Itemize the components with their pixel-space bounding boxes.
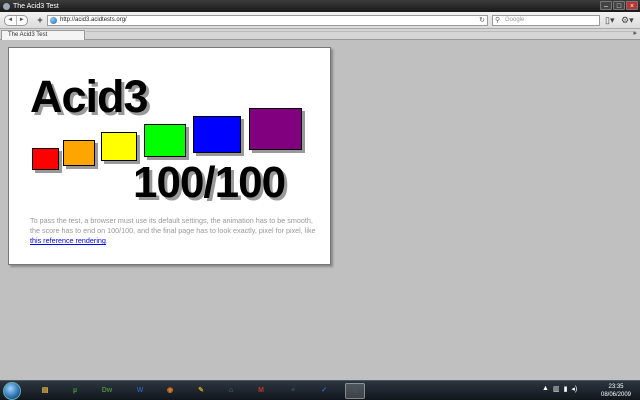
page-title: Acid3 (30, 71, 149, 122)
address-bar[interactable]: http://acid3.acidtests.org/ ↻ (47, 15, 488, 26)
description-body: To pass the test, a browser must use its… (30, 216, 316, 235)
green-square (144, 124, 186, 157)
url-text: http://acid3.acidtests.org/ (60, 17, 127, 23)
tray-arrow-icon[interactable]: ▲ (542, 385, 549, 393)
network-icon[interactable]: ▥ (553, 385, 560, 393)
gear-icon[interactable]: ⚙▾ (621, 15, 634, 26)
taskbar-explorer-icon[interactable]: ▤ (35, 383, 55, 399)
start-button[interactable] (3, 382, 21, 400)
clock-time: 23:35 (608, 384, 624, 390)
orange-square (63, 140, 95, 166)
description-trailing: . (105, 236, 108, 245)
system-tray: ▲ ▥ ▮ ◂) (542, 385, 577, 393)
reload-icon[interactable]: ↻ (479, 16, 485, 25)
taskbar-utorrent-icon[interactable]: µ (65, 383, 85, 399)
purple-square (249, 108, 302, 150)
tab-list-icon[interactable]: ▸ (633, 29, 637, 37)
taskbar-word-icon[interactable]: W (130, 383, 150, 399)
tab-label: The Acid3 Test (8, 32, 48, 38)
app-icon (3, 2, 10, 10)
taskbar-browser-icon[interactable]: ◌ (345, 383, 365, 399)
taskbar-pencil-icon[interactable]: ✎ (191, 383, 211, 399)
score-text: 100/100 (133, 158, 286, 207)
search-input[interactable]: ⚲ Google (492, 15, 600, 26)
window-controls: – □ × (600, 1, 638, 10)
red-square (32, 148, 59, 170)
page-menu-icon[interactable]: ▯▾ (605, 15, 614, 26)
forward-button[interactable]: ► (17, 16, 28, 25)
description-text: To pass the test, a browser must use its… (30, 216, 320, 246)
clock-date: 08/06/2009 (600, 392, 632, 398)
acid3-box: Acid3 100/100 To pass the test, a browse… (8, 47, 331, 265)
maximize-button[interactable]: □ (613, 1, 625, 10)
page-viewport: Acid3 100/100 To pass the test, a browse… (0, 40, 640, 380)
taskbar-gmail-icon[interactable]: M (251, 383, 271, 399)
tab-acid3[interactable]: The Acid3 Test (1, 30, 85, 40)
taskbar-notes-icon[interactable]: ≡ (283, 383, 303, 399)
blue-square (193, 116, 241, 153)
search-icon: ⚲ (495, 17, 501, 24)
new-tab-area[interactable] (86, 31, 636, 39)
minimize-button[interactable]: – (600, 1, 612, 10)
taskbar-dreamweaver-icon[interactable]: Dw (97, 383, 117, 399)
search-placeholder: Google (505, 17, 525, 23)
globe-icon (50, 17, 57, 24)
back-button[interactable]: ◄ (5, 16, 17, 25)
battery-icon[interactable]: ▮ (564, 385, 568, 393)
volume-icon[interactable]: ◂) (571, 385, 577, 393)
reference-rendering-link[interactable]: this reference rendering (30, 236, 106, 245)
close-button[interactable]: × (626, 1, 638, 10)
add-bookmark-button[interactable]: + (35, 16, 45, 26)
taskbar: ▤ µ Dw W ◉ ✎ ⌂ M ≡ ✓ ◌ ▲ ▥ ▮ ◂) 23:35 08/06/2009 (0, 380, 640, 400)
clock[interactable]: 23:35 08/06/2009 (596, 383, 636, 399)
taskbar-network-icon[interactable]: ⌂ (221, 383, 241, 399)
taskbar-check-icon[interactable]: ✓ (314, 383, 334, 399)
tab-strip: The Acid3 Test ▸ (0, 29, 640, 40)
taskbar-firefox-icon[interactable]: ◉ (160, 383, 180, 399)
browser-toolbar: ◄ ► + http://acid3.acidtests.org/ ↻ ⚲ Go… (0, 12, 640, 29)
yellow-square (101, 132, 137, 161)
window-title-bar: The Acid3 Test – □ × (0, 0, 640, 12)
window-title: The Acid3 Test (13, 2, 59, 10)
nav-buttons: ◄ ► (4, 15, 28, 26)
